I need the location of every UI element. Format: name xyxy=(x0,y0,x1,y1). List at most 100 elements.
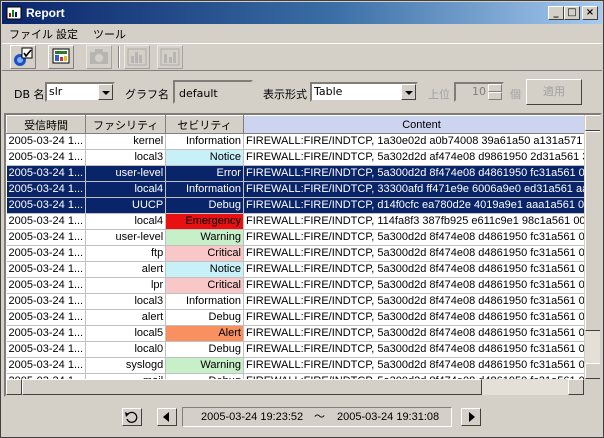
menu-tools[interactable]: ツール xyxy=(93,26,126,42)
scroll-left-button[interactable] xyxy=(6,379,22,395)
cell-content: FIREWALL:FIRE/INDTCP, 1a30e02d a0b74008 … xyxy=(243,133,600,150)
cell-severity: Error xyxy=(165,165,244,182)
chevron-down-icon[interactable] xyxy=(401,84,416,100)
minimize-button[interactable]: _ xyxy=(548,6,564,20)
table-row[interactable]: 2005-03-24 1... lpr Critical FIREWALL:FIRE/… xyxy=(6,277,600,294)
cell-severity: Information xyxy=(165,133,244,150)
table-row[interactable]: 2005-03-24 1... alert Debug FIREWALL:FIRE/I… xyxy=(6,309,600,326)
db-select[interactable]: slr xyxy=(45,82,115,102)
report-table-panel: 受信時間 ファシリティ セビリティ Content 2005-03-24 1..… xyxy=(4,113,602,397)
apply-button[interactable]: 適用 xyxy=(526,79,582,105)
vertical-scroll-thumb[interactable] xyxy=(585,131,600,331)
cell-content: FIREWALL:FIRE/INDTCP, 114fa8f3 387fb925 … xyxy=(243,213,600,230)
vertical-scrollbar[interactable] xyxy=(584,115,600,379)
top-n-label: 上位 xyxy=(428,88,450,101)
column-chart-icon xyxy=(160,48,180,66)
menu-bar: ファイル 設定 ツール xyxy=(2,24,602,42)
menu-file[interactable]: ファイル xyxy=(9,26,53,42)
table-row[interactable]: 2005-03-24 1... user-level Warning FIREWALL… xyxy=(6,229,600,246)
table-row[interactable]: 2005-03-24 1... alert Notice FIREWALL:FIRE/… xyxy=(6,261,600,278)
column-chart-button[interactable] xyxy=(157,45,183,69)
scroll-up-button[interactable] xyxy=(585,115,600,131)
cell-time: 2005-03-24 1... xyxy=(6,229,87,246)
table-row[interactable]: 2005-03-24 1... local4 Emergency FIREWALL:F… xyxy=(6,213,600,230)
scroll-down-button[interactable] xyxy=(585,363,600,379)
spin-down-icon[interactable] xyxy=(488,92,502,100)
cell-facility: local0 xyxy=(85,341,167,358)
cell-facility: syslogd xyxy=(85,357,167,374)
bar-chart-icon xyxy=(127,48,147,66)
cell-content: FIREWALL:FIRE/INDTCP, 5a300d2d 8f474e08 … xyxy=(243,229,600,246)
reload-button[interactable] xyxy=(122,408,142,426)
cell-time: 2005-03-24 1... xyxy=(6,197,87,214)
table-row[interactable]: 2005-03-24 1... local4 Information FIREWALL… xyxy=(6,181,600,198)
cell-content: FIREWALL:FIRE/INDTCP, 33300afd ff471e9e … xyxy=(243,181,600,198)
maximize-icon: □ xyxy=(567,7,577,18)
menu-settings[interactable]: 設定 xyxy=(56,26,78,42)
spinner-buttons[interactable] xyxy=(488,84,502,100)
table-row[interactable]: 2005-03-24 1... local5 Alert FIREWALL:FIRE/… xyxy=(6,325,600,342)
camera-icon xyxy=(90,49,108,64)
cell-severity: Debug xyxy=(165,309,244,326)
table-row[interactable]: 2005-03-24 1... ftp Critical FIREWALL:FIRE/… xyxy=(6,245,600,262)
table-row[interactable]: 2005-03-24 1... local0 Debug FIREWALL:FIRE/… xyxy=(6,341,600,358)
scroll-right-button[interactable] xyxy=(568,379,584,395)
maximize-button[interactable]: □ xyxy=(564,6,580,20)
cell-facility: local5 xyxy=(85,325,167,342)
table-row[interactable]: 2005-03-24 1... UUCP Debug FIREWALL:FIRE/IN… xyxy=(6,197,600,214)
count-unit-label: 個 xyxy=(510,88,521,101)
cell-severity: Notice xyxy=(165,261,244,278)
close-button[interactable]: × xyxy=(582,6,598,20)
cell-facility: local3 xyxy=(85,293,167,310)
cell-content: FIREWALL:FIRE/INDTCP, 5a300d2d 8f474e08 … xyxy=(243,341,600,358)
top-n-value: 10 xyxy=(472,85,486,98)
cell-severity: Alert xyxy=(165,325,244,342)
table-row[interactable]: 2005-03-24 1... user-level Error FIREWALL:F… xyxy=(6,165,600,182)
table-row[interactable]: 2005-03-24 1... local3 Notice FIREWALL:FIRE… xyxy=(6,149,600,166)
next-arrow-icon xyxy=(469,412,475,422)
title-bar[interactable]: Report _ □ × xyxy=(2,2,602,24)
range-separator: ～ xyxy=(314,411,325,423)
cell-facility: alert xyxy=(85,309,167,326)
close-icon: × xyxy=(585,7,595,18)
horizontal-scroll-thumb[interactable] xyxy=(22,379,482,395)
graph-name-field: default xyxy=(173,80,253,104)
next-button[interactable] xyxy=(461,408,481,426)
chevron-down-icon[interactable] xyxy=(98,84,113,100)
cell-content: FIREWALL:FIRE/INDTCP, 5a300d2d 8f474e08 … xyxy=(243,245,600,262)
top-n-spinner[interactable]: 10 xyxy=(454,82,504,102)
prev-button[interactable] xyxy=(157,408,177,426)
cell-content: FIREWALL:FIRE/INDTCP, 5a300d2d 8f474e08 … xyxy=(243,309,600,326)
user-check-button[interactable] xyxy=(10,45,36,69)
display-format-label: 表示形式 xyxy=(263,88,307,101)
cell-severity: Information xyxy=(165,181,244,198)
cell-facility: user-level xyxy=(85,165,167,182)
horizontal-scrollbar[interactable] xyxy=(6,379,584,395)
table-row[interactable]: 2005-03-24 1... syslogd Warning FIREWALL:FI… xyxy=(6,357,600,374)
col-header-content[interactable]: Content xyxy=(242,115,600,134)
db-report-button[interactable] xyxy=(48,45,74,69)
col-header-severity[interactable]: セビリティ xyxy=(165,115,244,134)
db-report-icon xyxy=(52,48,70,64)
camera-button[interactable] xyxy=(86,45,112,69)
cell-content: FIREWALL:FIRE/INDTCP, d14f0cfc ea780d2e … xyxy=(243,197,600,214)
cell-time: 2005-03-24 1... xyxy=(6,181,87,198)
col-header-facility[interactable]: ファシリティ xyxy=(85,115,167,134)
cell-facility: user-level xyxy=(85,229,167,246)
cell-content: FIREWALL:FIRE/INDTCP, 5a300d2d 8f474e08 … xyxy=(243,165,600,182)
bar-chart-button[interactable] xyxy=(124,45,150,69)
cell-content: FIREWALL:FIRE/INDTCP, 5a300d2d 8f474e08 … xyxy=(243,325,600,342)
table-row[interactable]: 2005-03-24 1... local3 Information FIREWALL… xyxy=(6,293,600,310)
cell-facility: alert xyxy=(85,261,167,278)
spin-up-icon[interactable] xyxy=(488,84,502,92)
table-body: 2005-03-24 1... kernel Information FIREWALL… xyxy=(6,133,600,390)
col-header-time[interactable]: 受信時間 xyxy=(6,115,87,134)
report-window: Report _ □ × ファイル 設定 ツール DB 名 slr グラフ名 d… xyxy=(0,0,604,438)
window-title: Report xyxy=(26,6,65,20)
cell-severity: Information xyxy=(165,293,244,310)
cell-severity: Critical xyxy=(165,277,244,294)
cell-severity: Critical xyxy=(165,245,244,262)
toolbar xyxy=(2,43,602,71)
table-row[interactable]: 2005-03-24 1... kernel Information FIREWALL… xyxy=(6,133,600,150)
display-format-select[interactable]: Table xyxy=(310,82,418,102)
